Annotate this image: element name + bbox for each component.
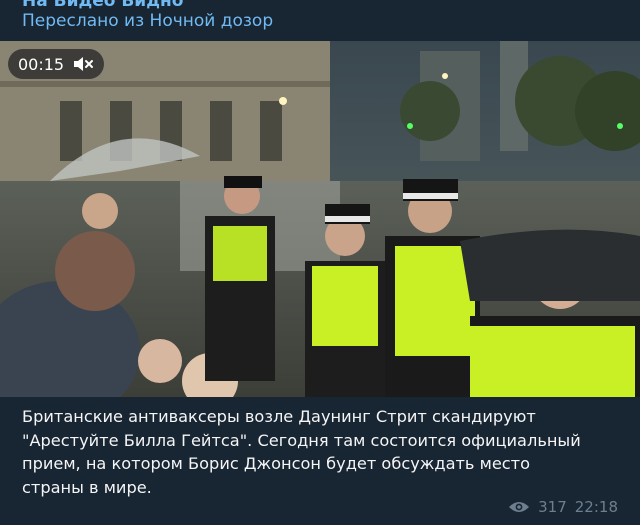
forwarded-from-link[interactable]: Переслано из Ночной дозор	[22, 11, 273, 31]
caption-line: Британские антиваксеры возле Даунинг Стр…	[22, 407, 536, 426]
message-time: 22:18	[574, 498, 618, 516]
muted-speaker-icon[interactable]	[72, 55, 94, 73]
message-text: Британские антиваксеры возле Даунинг Стр…	[22, 405, 632, 499]
eye-icon	[509, 502, 530, 512]
caption-line: "Арестуйте Билла Гейтса". Сегодня там со…	[22, 430, 581, 450]
channel-name[interactable]: На Видео Видно	[22, 0, 183, 11]
video-time-badge[interactable]: 00:15	[8, 49, 105, 79]
view-count: 317	[538, 498, 567, 516]
caption-line: прием, на котором Борис Джонсон будет об…	[22, 454, 531, 473]
video-player[interactable]	[0, 41, 640, 397]
video-frame-image	[0, 41, 640, 397]
message-bubble: На Видео Видно Переслано из Ночной дозор	[0, 0, 640, 525]
caption-line: страны в мире.	[22, 477, 152, 497]
message-meta: 317 22:18	[508, 498, 618, 516]
video-time: 00:15	[18, 54, 65, 74]
